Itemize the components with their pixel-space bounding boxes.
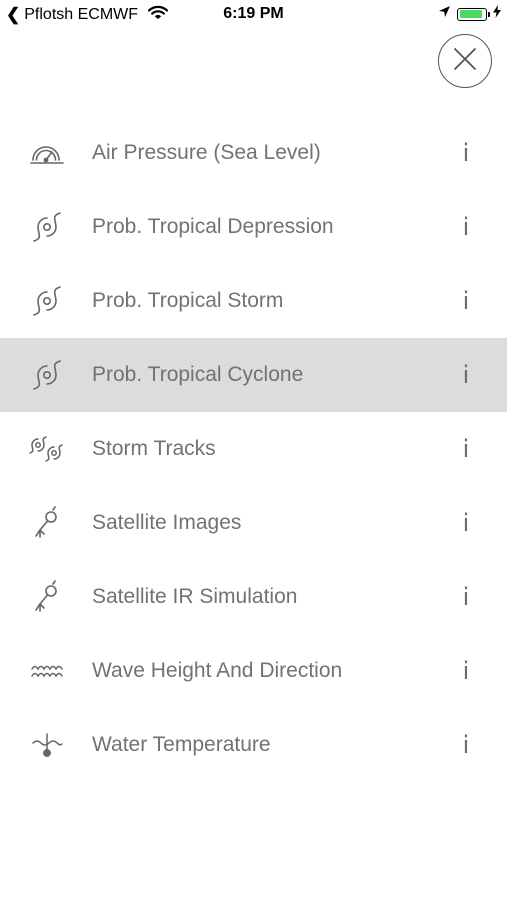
info-button[interactable]: i [452,708,480,782]
cyclone-icon [28,359,66,391]
info-button[interactable]: i [452,116,480,190]
menu-item-label: Satellite Images [92,511,242,534]
menu-item-prob-tropical-cyclone[interactable]: Prob. Tropical Cyclone i [0,338,507,412]
info-button[interactable]: i [452,338,480,412]
menu-item-satellite-images[interactable]: Satellite Images i [0,486,507,560]
menu-item-prob-tropical-depression[interactable]: Prob. Tropical Depression i [0,190,507,264]
menu-item-prob-tropical-storm[interactable]: Prob. Tropical Storm i [0,264,507,338]
info-button[interactable]: i [452,264,480,338]
storm-tracks-icon [28,433,66,465]
info-button[interactable]: i [452,190,480,264]
layer-menu-list: Air Pressure (Sea Level) i Prob. Tropica… [0,116,507,782]
menu-item-satellite-ir-simulation[interactable]: Satellite IR Simulation i [0,560,507,634]
info-button[interactable]: i [452,560,480,634]
menu-item-air-pressure[interactable]: Air Pressure (Sea Level) i [0,116,507,190]
gauge-icon [28,137,66,169]
status-time: 6:19 PM [223,5,284,22]
status-bar: ❮ Pflotsh ECMWF 6:19 PM [0,0,507,30]
location-arrow-icon [438,5,451,23]
menu-item-label: Prob. Tropical Storm [92,289,284,312]
battery-level [459,10,482,18]
close-button[interactable] [438,34,492,88]
battery-icon [457,7,490,21]
menu-item-water-temperature[interactable]: Water Temperature i [0,708,507,782]
menu-item-label: Water Temperature [92,733,271,756]
status-right [438,5,501,23]
menu-item-label: Satellite IR Simulation [92,585,298,608]
wifi-icon [147,5,169,25]
waves-icon [28,655,66,687]
back-chevron-icon[interactable]: ❮ [6,6,20,23]
menu-item-label: Wave Height And Direction [92,659,343,682]
close-icon [453,47,477,76]
cyclone-icon [28,285,66,317]
cyclone-icon [28,211,66,243]
menu-item-storm-tracks[interactable]: Storm Tracks i [0,412,507,486]
status-left[interactable]: ❮ Pflotsh ECMWF [6,5,169,25]
carrier-name: Pflotsh ECMWF [24,6,139,23]
menu-item-wave-height[interactable]: Wave Height And Direction i [0,634,507,708]
satellite-icon [28,580,66,613]
menu-item-label: Storm Tracks [92,437,216,460]
menu-item-label: Prob. Tropical Depression [92,215,334,238]
menu-item-label: Air Pressure (Sea Level) [92,141,321,164]
info-button[interactable]: i [452,412,480,486]
water-temperature-icon [28,729,66,761]
charging-bolt-icon [493,5,501,23]
info-button[interactable]: i [452,634,480,708]
info-button[interactable]: i [452,486,480,560]
satellite-icon [28,506,66,539]
menu-item-label: Prob. Tropical Cyclone [92,363,304,386]
